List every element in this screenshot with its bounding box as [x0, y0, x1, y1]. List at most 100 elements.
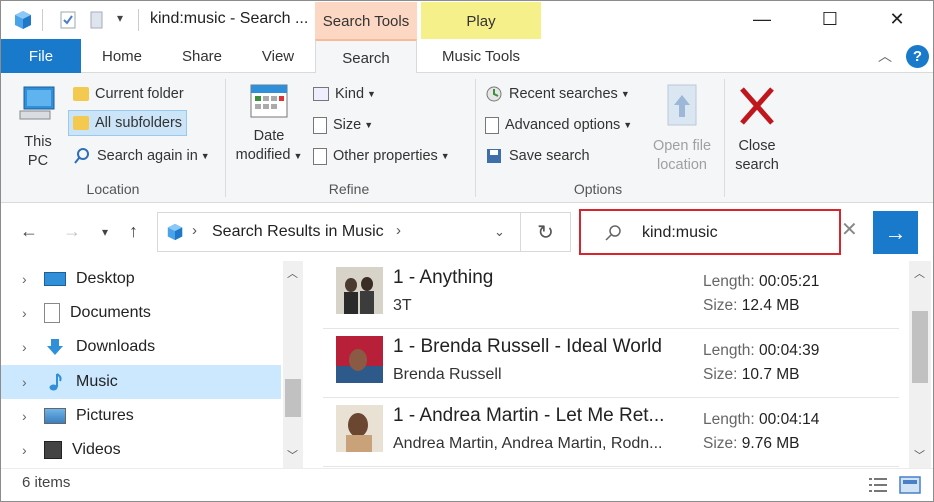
downloads-icon [47, 339, 63, 355]
search-go-arrow-icon[interactable]: → [873, 211, 918, 254]
details-view-icon[interactable] [868, 476, 888, 494]
result-size: Size: 12.4 MB [703, 297, 800, 315]
this-pc-button[interactable]: This PC [13, 83, 63, 171]
other-properties-button[interactable]: Other properties ▼ [313, 143, 450, 169]
size-dropdown-icon: ▼ [364, 120, 374, 130]
address-bar[interactable]: › Search Results in Music › ⌄ [157, 212, 521, 252]
result-artist: Brenda Russell [393, 366, 502, 383]
size-value: 12.4 MB [741, 297, 800, 314]
maximize-button[interactable]: ☐ [807, 1, 853, 37]
close-button[interactable]: ✕ [874, 1, 920, 37]
results-scrollbar[interactable]: ︿ ﹀ [909, 261, 931, 468]
scroll-down-chevron-icon[interactable]: ﹀ [287, 447, 298, 463]
tab-music-tools[interactable]: Music Tools [423, 39, 539, 73]
search-again-in-button[interactable]: Search again in ▼ [73, 143, 210, 169]
search-folder-icon [74, 148, 89, 164]
date-modified-label-2: modified [235, 147, 291, 163]
recent-searches-dropdown-icon: ▼ [620, 89, 630, 99]
expand-chevron-icon[interactable]: › [22, 339, 44, 355]
ribbon-separator [475, 79, 476, 197]
size-label: Size: [703, 297, 738, 314]
expand-chevron-icon[interactable]: › [22, 374, 44, 390]
context-tab-search-tools: Search Tools [315, 2, 417, 40]
new-folder-icon[interactable] [87, 10, 107, 30]
properties-check-icon[interactable] [58, 10, 78, 30]
clear-search-icon[interactable]: ✕ [841, 217, 858, 242]
results-scroll-thumb[interactable] [912, 311, 928, 383]
forward-arrow-icon[interactable]: → [63, 221, 81, 242]
other-properties-dropdown-icon: ▼ [440, 151, 450, 161]
other-properties-label: Other properties [333, 148, 438, 164]
expand-chevron-icon[interactable]: › [22, 408, 44, 424]
this-pc-label-2: PC [27, 153, 49, 169]
group-label-options: Options [573, 181, 623, 197]
length-value: 00:04:14 [759, 411, 820, 428]
refresh-icon[interactable]: ↻ [521, 212, 571, 252]
nav-item-videos[interactable]: › Videos [1, 433, 281, 467]
breadcrumb-chevron-icon[interactable]: › [396, 222, 401, 239]
result-row[interactable]: 1 - Brenda Russell - Ideal World Brenda … [323, 330, 899, 398]
size-label: Size: [703, 366, 738, 383]
nav-item-music[interactable]: › Music [1, 365, 281, 399]
scroll-up-chevron-icon[interactable]: ︿ [914, 265, 925, 281]
customize-toolbar-dropdown[interactable]: ▾ [117, 11, 123, 25]
window-title: kind:music - Search ... [150, 10, 309, 27]
save-search-button[interactable]: Save search [485, 143, 590, 169]
back-arrow-icon[interactable]: ← [20, 221, 38, 242]
kind-button[interactable]: Kind ▼ [313, 81, 376, 107]
expand-chevron-icon[interactable]: › [22, 305, 44, 321]
help-icon[interactable]: ? [906, 45, 929, 68]
all-subfolders-button[interactable]: All subfolders [68, 110, 188, 136]
nav-item-pictures[interactable]: › Pictures [1, 399, 281, 433]
search-box[interactable]: kind:music [579, 209, 841, 255]
tab-view[interactable]: View [245, 39, 311, 73]
content-view-icon[interactable] [899, 475, 921, 495]
nav-item-documents[interactable]: › Documents [1, 296, 281, 330]
nav-pane-scrollbar[interactable]: ︿ ﹀ [283, 261, 303, 468]
expand-chevron-icon[interactable]: › [22, 442, 44, 458]
recent-locations-chevron-icon[interactable]: ▾ [102, 225, 108, 239]
advanced-options-icon [485, 116, 499, 134]
minimize-button[interactable]: — [739, 1, 785, 37]
collapse-ribbon-chevron-icon[interactable]: ︿ [878, 46, 892, 66]
result-length: Length: 00:04:14 [703, 411, 819, 429]
nav-item-downloads[interactable]: › Downloads [1, 330, 281, 364]
close-search-button[interactable]: Close search [731, 83, 783, 175]
advanced-options-button[interactable]: Advanced options ▼ [485, 112, 632, 138]
tab-search[interactable]: Search [315, 39, 417, 74]
navigation-bar: ← → ▾ ↑ › Search Results in Music › ⌄ ↻ … [1, 203, 933, 261]
scroll-down-chevron-icon[interactable]: ﹀ [914, 447, 925, 463]
qa-separator [42, 9, 43, 31]
current-folder-button[interactable]: Current folder [73, 81, 184, 107]
album-art-thumbnail [336, 267, 383, 314]
nav-pane-scroll-thumb[interactable] [285, 379, 301, 417]
breadcrumb-path[interactable]: Search Results in Music [212, 223, 384, 241]
tab-home[interactable]: Home [89, 39, 155, 73]
tab-file[interactable]: File [1, 39, 81, 73]
title-bar: ▾ kind:music - Search ... Search Tools P… [1, 1, 933, 40]
search-again-in-label: Search again in [97, 148, 198, 164]
address-history-dropdown-icon[interactable]: ⌄ [494, 224, 505, 240]
nav-item-desktop[interactable]: › Desktop [1, 262, 281, 296]
result-row[interactable]: 1 - Anything 3T Length: 00:05:21 Size: 1… [323, 261, 899, 329]
result-row[interactable]: 1 - Andrea Martin - Let Me Ret... Andrea… [323, 399, 899, 467]
length-label: Length: [703, 342, 755, 359]
recent-searches-button[interactable]: Recent searches ▼ [485, 81, 630, 107]
up-arrow-icon[interactable]: ↑ [129, 221, 138, 242]
scroll-up-chevron-icon[interactable]: ︿ [287, 265, 298, 281]
date-modified-button[interactable]: Date modified ▼ [231, 81, 307, 166]
close-search-label-1: Close [738, 138, 776, 154]
breadcrumb-chevron-icon[interactable]: › [192, 222, 197, 239]
tab-share[interactable]: Share [169, 39, 235, 73]
music-icon [49, 373, 62, 391]
open-location-icon [667, 84, 697, 126]
length-label: Length: [703, 273, 755, 290]
open-file-location-label-1: Open file [652, 138, 712, 154]
recent-searches-icon [486, 86, 502, 102]
videos-icon [44, 441, 62, 459]
size-button[interactable]: Size ▼ [313, 112, 373, 138]
properties-icon [313, 147, 327, 165]
open-file-location-button[interactable]: Open file location [643, 81, 721, 175]
search-input[interactable]: kind:music [642, 224, 718, 242]
expand-chevron-icon[interactable]: › [22, 271, 44, 287]
